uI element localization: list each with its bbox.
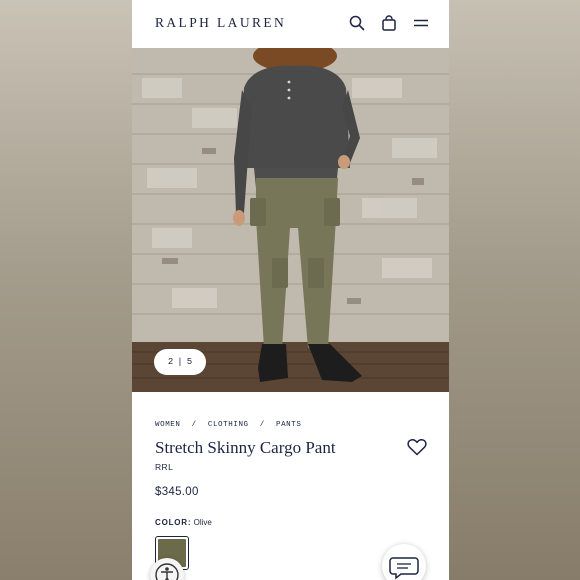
product-brand: RRL (155, 462, 174, 472)
site-header: RALPH LAUREN (132, 0, 449, 48)
brand-logo[interactable]: RALPH LAUREN (155, 15, 286, 31)
mobile-screen: RALPH LAUREN 2 | 5 WOMEN / CLOTHING / PA… (132, 0, 449, 580)
breadcrumb-clothing[interactable]: CLOTHING (208, 421, 249, 429)
heart-icon[interactable] (407, 438, 427, 456)
chat-icon (389, 557, 419, 580)
pager-separator: | (177, 357, 183, 367)
color-label: COLOR: (155, 518, 192, 527)
accessibility-icon (155, 563, 179, 580)
search-icon[interactable] (348, 14, 366, 32)
breadcrumb-separator: / (191, 421, 197, 429)
bag-icon[interactable] (380, 14, 398, 32)
menu-icon[interactable] (412, 14, 430, 32)
background-left (0, 0, 132, 580)
chat-button[interactable] (382, 544, 426, 580)
product-image[interactable]: 2 | 5 (132, 48, 449, 392)
product-price: $345.00 (155, 486, 199, 498)
pager-current: 2 (167, 357, 174, 367)
breadcrumb-pants[interactable]: PANTS (276, 421, 302, 429)
accessibility-button[interactable] (150, 558, 184, 580)
gallery-pager[interactable]: 2 | 5 (154, 349, 206, 375)
background-right (449, 0, 580, 580)
model-photo (132, 48, 449, 392)
color-value: Olive (193, 518, 212, 527)
breadcrumb-separator: / (259, 421, 265, 429)
product-title: Stretch Skinny Cargo Pant (155, 438, 336, 457)
breadcrumb-women[interactable]: WOMEN (155, 421, 181, 429)
breadcrumb: WOMEN / CLOTHING / PANTS (155, 421, 302, 429)
pager-total: 5 (186, 357, 193, 367)
color-selector-label: COLOR: Olive (155, 518, 212, 527)
